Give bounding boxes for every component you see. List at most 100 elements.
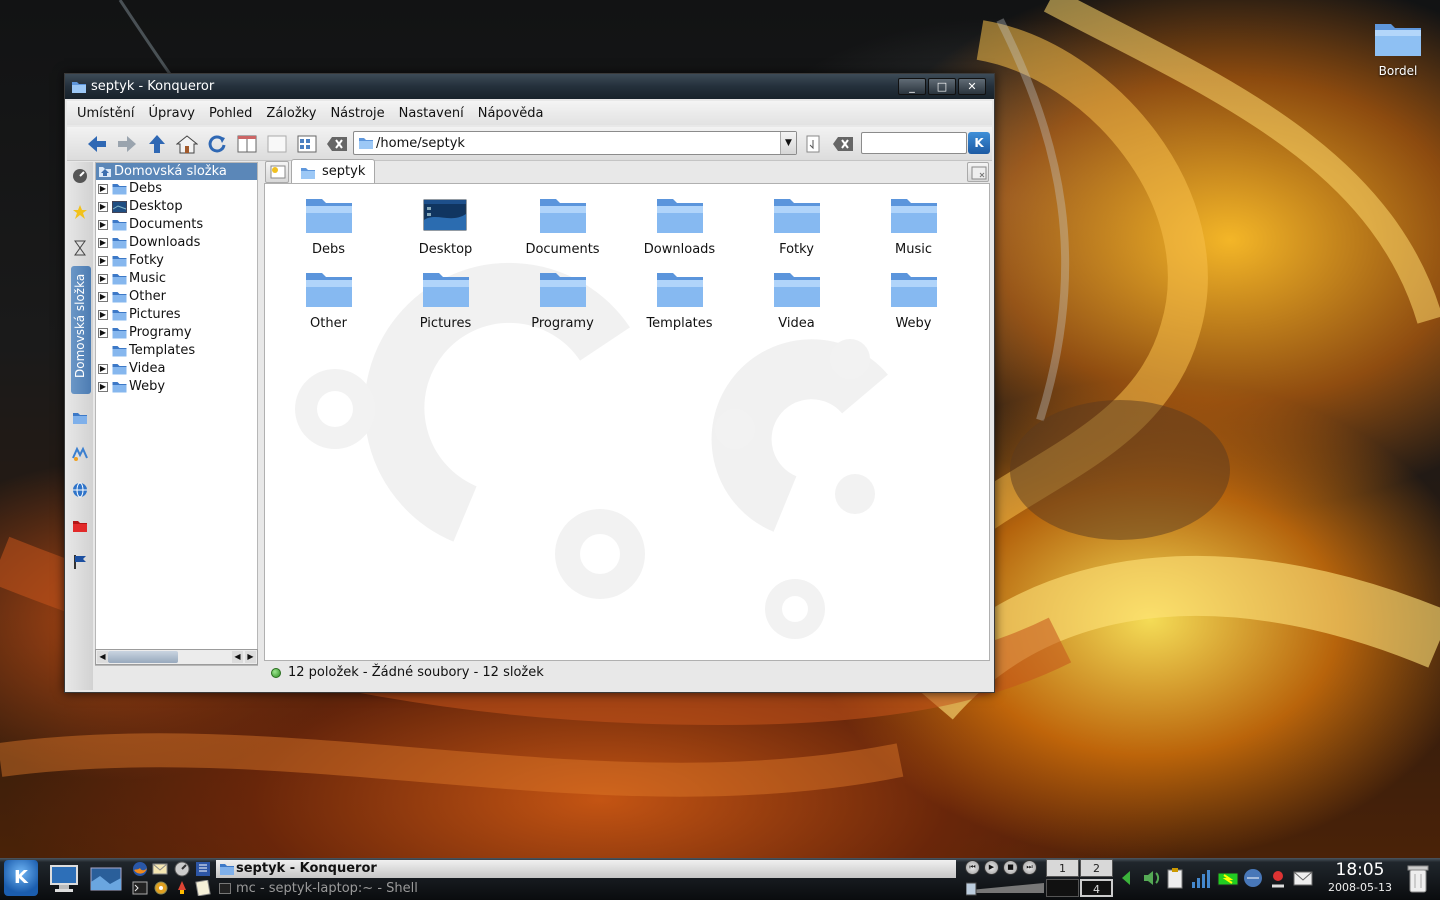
tree-item-documents[interactable]: ▶ Documents bbox=[96, 216, 257, 234]
file-item-programy[interactable]: Programy bbox=[504, 268, 621, 342]
expand-arrow-icon[interactable]: ▶ bbox=[98, 220, 108, 230]
menu-pohled[interactable]: Pohled bbox=[209, 104, 252, 123]
computer-icon[interactable] bbox=[48, 862, 80, 894]
tray-arrow-icon[interactable] bbox=[1122, 871, 1130, 885]
file-item-debs[interactable]: Debs bbox=[270, 194, 387, 268]
terminal-icon[interactable] bbox=[132, 881, 148, 895]
file-item-other[interactable]: Other bbox=[270, 268, 387, 342]
expand-arrow-icon[interactable]: ▶ bbox=[98, 274, 108, 284]
view-mode-button[interactable] bbox=[295, 133, 319, 155]
tree-item-templates[interactable]: Templates bbox=[96, 342, 257, 360]
stop-icon[interactable]: ■ bbox=[1003, 860, 1018, 875]
minimize-button[interactable]: _ bbox=[898, 78, 926, 95]
play-icon[interactable]: ▶ bbox=[984, 860, 999, 875]
konqueror-icon[interactable] bbox=[174, 861, 190, 877]
file-item-desktop[interactable]: Desktop bbox=[387, 194, 504, 268]
blank-view-button[interactable] bbox=[265, 133, 289, 155]
pager-desktop-4[interactable]: 4 bbox=[1080, 879, 1113, 897]
file-item-templates[interactable]: Templates bbox=[621, 268, 738, 342]
file-item-pictures[interactable]: Pictures bbox=[387, 268, 504, 342]
file-item-documents[interactable]: Documents bbox=[504, 194, 621, 268]
tree-item-pictures[interactable]: ▶ Pictures bbox=[96, 306, 257, 324]
menu-nastroje[interactable]: Nástroje bbox=[330, 104, 384, 123]
scroll-left-arrow-icon[interactable]: ◀ bbox=[232, 651, 243, 663]
tree-item-debs[interactable]: ▶ Debs bbox=[96, 180, 257, 198]
bookmarks-star-icon[interactable] bbox=[72, 204, 88, 220]
pager-desktop-3[interactable] bbox=[1046, 879, 1079, 897]
menu-napoveda[interactable]: Nápověda bbox=[478, 104, 544, 123]
wifi-signal-icon[interactable] bbox=[1192, 870, 1210, 888]
expand-arrow-icon[interactable]: ▶ bbox=[98, 256, 108, 266]
next-track-icon[interactable]: ⏭ bbox=[1022, 860, 1037, 875]
pager-desktop-1[interactable]: 1 bbox=[1046, 859, 1079, 877]
mail-notification-icon[interactable] bbox=[1293, 871, 1313, 886]
clear-location-button[interactable] bbox=[325, 133, 349, 155]
expand-arrow-icon[interactable]: ▶ bbox=[98, 292, 108, 302]
rocket-icon[interactable] bbox=[174, 880, 190, 896]
update-notifier-icon[interactable] bbox=[1272, 871, 1284, 888]
history-icon[interactable] bbox=[72, 168, 88, 184]
go-button[interactable] bbox=[801, 133, 825, 155]
folder-icon[interactable] bbox=[72, 410, 88, 426]
up-button[interactable] bbox=[145, 133, 169, 155]
maximize-button[interactable]: □ bbox=[928, 78, 956, 95]
tree-item-programy[interactable]: ▶ Programy bbox=[96, 324, 257, 342]
expand-arrow-icon[interactable]: ▶ bbox=[98, 310, 108, 320]
file-item-weby[interactable]: Weby bbox=[855, 268, 972, 342]
clock[interactable]: 18:05 2008-05-13 bbox=[1320, 860, 1400, 896]
expand-arrow-icon[interactable]: ▶ bbox=[98, 184, 108, 194]
close-button[interactable]: ✕ bbox=[958, 78, 986, 95]
forward-button[interactable] bbox=[115, 133, 139, 155]
expand-arrow-icon[interactable]: ▶ bbox=[98, 238, 108, 248]
file-item-downloads[interactable]: Downloads bbox=[621, 194, 738, 268]
show-desktop-icon[interactable] bbox=[90, 866, 122, 892]
expand-arrow-icon[interactable]: ▶ bbox=[98, 364, 108, 374]
media-player-icon[interactable] bbox=[72, 446, 88, 462]
menu-umisteni[interactable]: Umístění bbox=[77, 104, 135, 123]
dictionary-icon[interactable] bbox=[195, 861, 211, 877]
network-icon[interactable] bbox=[1244, 869, 1262, 887]
scrollbar-thumb[interactable] bbox=[108, 651, 178, 663]
media-position-slider[interactable] bbox=[966, 880, 1046, 896]
flag-icon[interactable] bbox=[72, 554, 88, 570]
file-item-music[interactable]: Music bbox=[855, 194, 972, 268]
scroll-right-arrow-icon[interactable]: ▶ bbox=[245, 651, 256, 663]
search-input[interactable] bbox=[861, 132, 967, 154]
notes-icon[interactable] bbox=[195, 880, 211, 896]
home-button[interactable] bbox=[175, 133, 199, 155]
file-item-fotky[interactable]: Fotky bbox=[738, 194, 855, 268]
menu-upravy[interactable]: Úpravy bbox=[149, 104, 195, 123]
sidebar-tab-home[interactable]: Domovská složka bbox=[71, 266, 91, 394]
new-tab-button[interactable] bbox=[265, 161, 289, 183]
split-view-button[interactable] bbox=[235, 133, 259, 155]
location-combo[interactable]: /home/septyk ▼ bbox=[353, 131, 797, 155]
expand-arrow-icon[interactable]: ▶ bbox=[98, 202, 108, 212]
expand-arrow-icon[interactable]: ▶ bbox=[98, 382, 108, 392]
tree-item-downloads[interactable]: ▶ Downloads bbox=[96, 234, 257, 252]
menu-nastaveni[interactable]: Nastavení bbox=[399, 104, 464, 123]
window-titlebar[interactable]: septyk - Konqueror _ □ ✕ bbox=[65, 74, 994, 99]
scroll-left-arrow-icon[interactable]: ◀ bbox=[97, 651, 108, 663]
tree-root-item[interactable]: Domovská složka bbox=[96, 163, 257, 180]
taskbar-item-konqueror[interactable]: septyk - Konqueror bbox=[216, 860, 956, 878]
tree-item-desktop[interactable]: ▶ Desktop bbox=[96, 198, 257, 216]
previous-track-icon[interactable]: ⏮ bbox=[965, 860, 980, 875]
battery-icon[interactable] bbox=[1217, 872, 1239, 886]
expand-arrow-icon[interactable]: ▶ bbox=[98, 328, 108, 338]
file-item-videa[interactable]: Videa bbox=[738, 268, 855, 342]
trash-icon[interactable] bbox=[1406, 862, 1430, 894]
firefox-icon[interactable] bbox=[132, 861, 148, 877]
back-button[interactable] bbox=[85, 133, 109, 155]
taskbar-item-shell[interactable]: mc - septyk-laptop:~ - Shell bbox=[216, 880, 956, 898]
tree-horizontal-scrollbar[interactable]: ◀ ◀ ▶ bbox=[95, 649, 258, 665]
clear-search-button[interactable] bbox=[831, 133, 855, 155]
tree-item-music[interactable]: ▶ Music bbox=[96, 270, 257, 288]
reload-button[interactable] bbox=[205, 133, 229, 155]
desktop-icon-bordel[interactable]: Bordel bbox=[1366, 18, 1430, 78]
hourglass-icon[interactable] bbox=[72, 240, 88, 256]
kde-search-icon[interactable]: K bbox=[968, 132, 990, 154]
volume-icon[interactable] bbox=[1144, 871, 1160, 885]
tree-item-weby[interactable]: ▶ Weby bbox=[96, 378, 257, 396]
clipboard-icon[interactable] bbox=[1167, 868, 1183, 889]
tab-septyk[interactable]: septyk bbox=[291, 159, 375, 184]
